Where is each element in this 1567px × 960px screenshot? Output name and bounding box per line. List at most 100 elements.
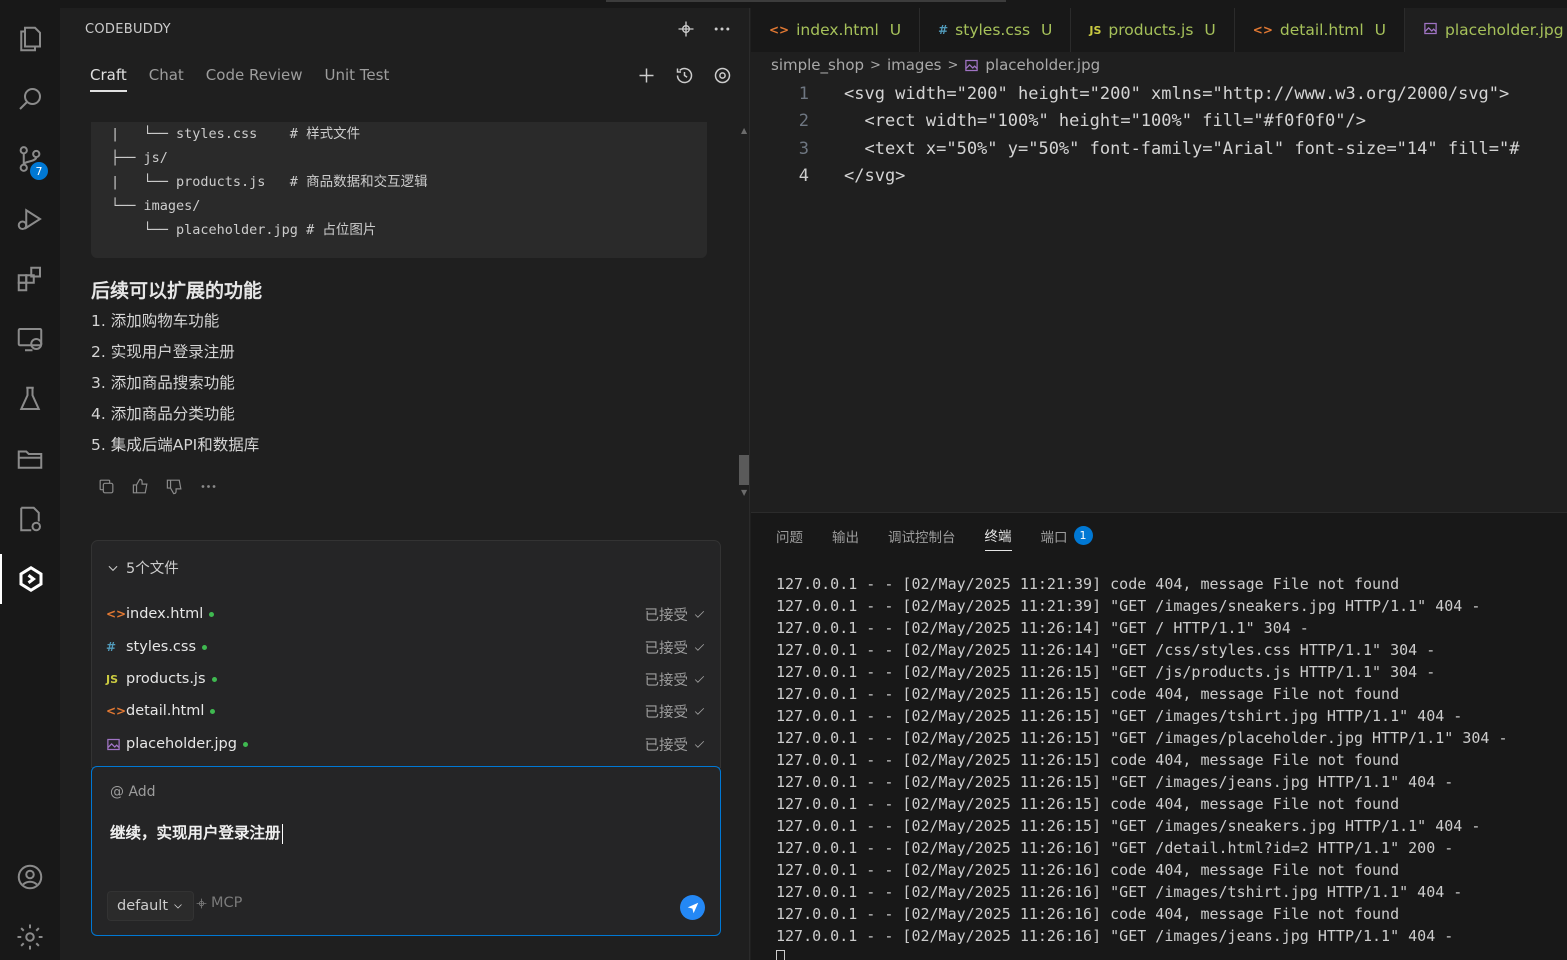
html-file-icon: <> bbox=[106, 704, 127, 718]
explorer-icon[interactable] bbox=[0, 14, 60, 64]
scroll-up-arrow[interactable]: ▲ bbox=[741, 126, 747, 135]
tab-debug-console[interactable]: 调试控制台 bbox=[888, 525, 956, 551]
chat-input-box[interactable]: @ Add 继续，实现用户登录注册 default MCP bbox=[91, 766, 721, 936]
breadcrumb-item[interactable]: placeholder.jpg bbox=[985, 56, 1100, 74]
tab-output[interactable]: 输出 bbox=[832, 525, 859, 551]
terminal-line: 127.0.0.1 - - [02/May/2025 11:26:15] "GE… bbox=[776, 817, 1481, 835]
more-actions-icon[interactable] bbox=[711, 18, 733, 40]
file-row[interactable]: # styles.css 已接受 bbox=[106, 635, 706, 659]
html-file-icon: <> bbox=[106, 607, 127, 621]
terminal-line: 127.0.0.1 - - [02/May/2025 11:21:39] cod… bbox=[776, 575, 1400, 593]
file-row[interactable]: JS products.js 已接受 bbox=[106, 667, 706, 691]
file-status: 已接受 bbox=[645, 637, 707, 658]
editor-tab[interactable]: JS products.js U bbox=[1071, 8, 1235, 52]
testing-icon[interactable] bbox=[0, 374, 60, 424]
image-file-icon bbox=[965, 59, 979, 71]
file-row[interactable]: <> index.html 已接受 bbox=[106, 602, 706, 626]
terminal-cursor bbox=[776, 950, 785, 960]
panel-tabs: 问题 输出 调试控制台 终端 端口 1 bbox=[776, 525, 1093, 551]
tab-chat[interactable]: Chat bbox=[149, 66, 184, 92]
settings-icon[interactable] bbox=[711, 64, 733, 86]
untracked-status: U bbox=[889, 21, 902, 39]
chevron-right-icon: > bbox=[870, 57, 881, 73]
files-panel-toggle[interactable]: 5个文件 bbox=[106, 557, 179, 578]
code-text: <svg width="200" height="200" xmlns="htt… bbox=[844, 83, 1510, 104]
tab-craft[interactable]: Craft bbox=[90, 66, 127, 92]
terminal-line: 127.0.0.1 - - [02/May/2025 11:26:16] cod… bbox=[776, 905, 1400, 923]
line-number: 3 bbox=[798, 138, 809, 159]
source-control-icon[interactable]: 7 bbox=[0, 134, 60, 184]
terminal-output[interactable]: 127.0.0.1 - - [02/May/2025 11:21:39] cod… bbox=[776, 573, 1508, 960]
modified-dot bbox=[242, 741, 248, 747]
breadcrumb-item[interactable]: simple_shop bbox=[771, 56, 864, 74]
file-name: placeholder.jpg bbox=[126, 736, 237, 752]
extensions-icon[interactable] bbox=[0, 254, 60, 304]
list-item: 1. 添加购物车功能 bbox=[91, 312, 220, 330]
mcp-plug-icon[interactable] bbox=[675, 18, 697, 40]
copy-icon[interactable] bbox=[96, 476, 116, 496]
ports-badge: 1 bbox=[1073, 526, 1093, 545]
code-line: ├── js/ bbox=[111, 150, 168, 166]
code-line: | └── products.js # 商品数据和交互逻辑 bbox=[111, 174, 428, 190]
chat-input-text[interactable]: 继续，实现用户登录注册 bbox=[110, 821, 283, 844]
title-bar bbox=[0, 0, 1567, 8]
editor-area: <> index.html U # styles.css U JS produc… bbox=[751, 8, 1567, 512]
html-file-icon: <> bbox=[769, 23, 790, 37]
editor-tab-active[interactable]: placeholder.jpg bbox=[1405, 8, 1567, 52]
add-context-button[interactable]: @ Add bbox=[110, 784, 156, 800]
code-editor[interactable]: 1 <svg width="200" height="200" xmlns="ht… bbox=[751, 80, 1567, 190]
model-select[interactable]: default bbox=[107, 891, 195, 921]
file-row[interactable]: placeholder.jpg 已接受 bbox=[106, 732, 706, 756]
js-file-icon: JS bbox=[1089, 23, 1102, 37]
folder-icon[interactable] bbox=[0, 434, 60, 484]
terminal-line: 127.0.0.1 - - [02/May/2025 11:26:15] "GE… bbox=[776, 663, 1436, 681]
settings-sync-icon[interactable] bbox=[0, 494, 60, 544]
history-icon[interactable] bbox=[673, 64, 695, 86]
terminal-line: 127.0.0.1 - - [02/May/2025 11:26:15] "GE… bbox=[776, 729, 1508, 747]
code-row: 2 <rect width="100%" height="100%" fill=… bbox=[751, 108, 1567, 136]
tab-unit-test[interactable]: Unit Test bbox=[324, 66, 389, 92]
editor-tab[interactable]: # styles.css U bbox=[920, 8, 1072, 52]
tab-problems[interactable]: 问题 bbox=[776, 525, 803, 551]
codebuddy-icon[interactable] bbox=[0, 554, 60, 604]
file-row[interactable]: <> detail.html 已接受 bbox=[106, 699, 706, 723]
code-text: </svg> bbox=[844, 166, 906, 187]
check-icon bbox=[694, 675, 705, 683]
manage-gear-icon[interactable] bbox=[0, 912, 60, 960]
tab-terminal[interactable]: 终端 bbox=[984, 525, 1012, 551]
file-status: 已接受 bbox=[645, 669, 707, 690]
line-number: 2 bbox=[798, 111, 809, 132]
file-name: detail.html bbox=[126, 703, 205, 719]
tab-actions bbox=[635, 64, 733, 86]
tab-code-review[interactable]: Code Review bbox=[206, 66, 303, 92]
breadcrumb: simple_shop > images > placeholder.jpg bbox=[771, 56, 1100, 74]
thumbs-up-icon[interactable] bbox=[130, 476, 150, 496]
thumbs-down-icon[interactable] bbox=[164, 476, 184, 496]
html-file-icon: <> bbox=[1252, 23, 1273, 37]
terminal-line: 127.0.0.1 - - [02/May/2025 11:26:15] cod… bbox=[776, 751, 1400, 769]
more-icon[interactable] bbox=[198, 476, 218, 496]
editor-tab[interactable]: <> index.html U bbox=[751, 8, 921, 52]
send-button[interactable] bbox=[680, 895, 705, 920]
search-icon[interactable] bbox=[0, 74, 60, 124]
remote-explorer-icon[interactable] bbox=[0, 314, 60, 364]
scroll-down-arrow[interactable]: ▼ bbox=[741, 488, 747, 497]
new-chat-plus-icon[interactable] bbox=[635, 64, 657, 86]
model-select-value: default bbox=[117, 898, 169, 914]
scrollbar-thumb[interactable] bbox=[739, 455, 749, 485]
section-heading: 后续可以扩展的功能 bbox=[91, 280, 263, 302]
modified-dot bbox=[209, 611, 215, 617]
code-row: 3 <text x="50%" y="50%" font-family="Ari… bbox=[751, 135, 1567, 163]
mcp-button[interactable]: MCP bbox=[195, 895, 242, 911]
terminal-line: 127.0.0.1 - - [02/May/2025 11:26:16] cod… bbox=[776, 861, 1400, 879]
editor-tab[interactable]: <> detail.html U bbox=[1235, 8, 1406, 52]
account-icon[interactable] bbox=[0, 852, 60, 902]
image-file-icon bbox=[1423, 21, 1438, 39]
run-debug-icon[interactable] bbox=[0, 194, 60, 244]
tab-label: products.js bbox=[1108, 21, 1194, 39]
tab-ports[interactable]: 端口 1 bbox=[1041, 525, 1093, 551]
list-item: 2. 实现用户登录注册 bbox=[91, 343, 235, 361]
terminal-line: 127.0.0.1 - - [02/May/2025 11:26:15] cod… bbox=[776, 795, 1400, 813]
breadcrumb-item[interactable]: images bbox=[887, 56, 942, 74]
bottom-panel: 问题 输出 调试控制台 终端 端口 1 127.0.0.1 - - [02/Ma… bbox=[751, 512, 1567, 960]
